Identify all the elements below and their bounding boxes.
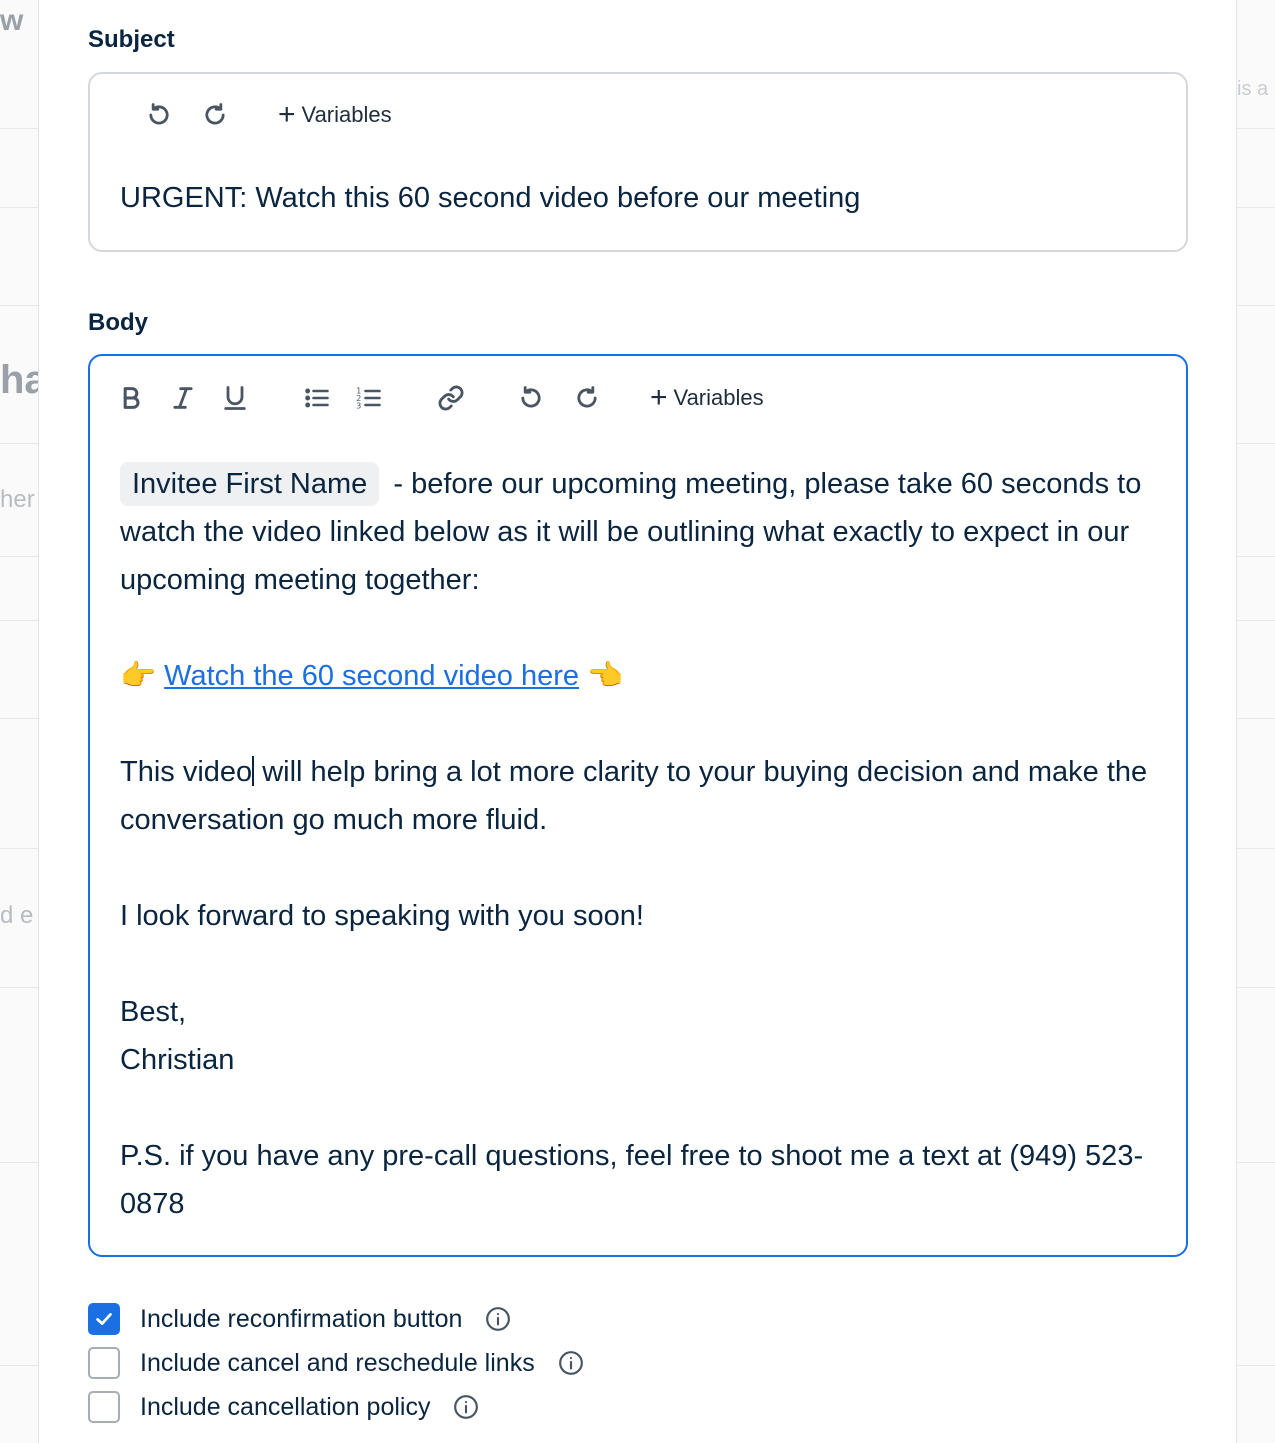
body-label: Body (88, 309, 148, 336)
body-toolbar: 123 + Variables (90, 356, 1186, 436)
underline-icon[interactable] (218, 381, 252, 415)
variable-chip[interactable]: Invitee First Name (120, 462, 380, 506)
bold-icon[interactable] (114, 381, 148, 415)
pointing-left-emoji: 👈 (587, 660, 624, 692)
info-icon[interactable] (557, 1349, 585, 1377)
option-label: Include cancellation policy (140, 1392, 431, 1421)
option-label: Include reconfirmation button (140, 1304, 463, 1333)
subject-editor[interactable]: + Variables URGENT: Watch this 60 second… (88, 72, 1188, 252)
plus-icon: + (650, 381, 668, 414)
bg-fragment: d e (0, 902, 34, 929)
body-postscript: P.S. if you have any pre-call questions,… (120, 1140, 1144, 1220)
redo-icon[interactable] (198, 98, 232, 132)
body-signature: Christian (120, 1044, 235, 1076)
undo-icon[interactable] (514, 381, 548, 415)
checkbox-checked[interactable] (88, 1303, 120, 1335)
body-paragraph: This video will help bring a lot more cl… (120, 756, 1148, 836)
pointing-right-emoji: 👉 (120, 660, 157, 692)
subject-toolbar: + Variables (90, 74, 1186, 154)
undo-icon[interactable] (142, 98, 176, 132)
variables-button[interactable]: + Variables (278, 98, 392, 132)
numbered-list-icon[interactable]: 123 (352, 381, 386, 415)
email-editor-panel: Subject + Variables URGENT: Watch this 6… (38, 0, 1237, 1443)
bg-fragment: w (0, 4, 24, 37)
variables-button[interactable]: + Variables (650, 381, 764, 415)
body-link-line: 👉 Watch the 60 second video here 👈 (120, 652, 1160, 700)
body-paragraph: I look forward to speaking with you soon… (120, 900, 644, 932)
bullet-list-icon[interactable] (300, 381, 334, 415)
body-paragraph: Invitee First Name - before our upcoming… (120, 460, 1160, 604)
option-cancel-reschedule[interactable]: Include cancel and reschedule links (88, 1346, 585, 1380)
variables-label: Variables (301, 102, 392, 127)
option-reconfirmation[interactable]: Include reconfirmation button (88, 1302, 512, 1336)
option-cancellation-policy[interactable]: Include cancellation policy (88, 1390, 480, 1424)
body-text-area[interactable]: Invitee First Name - before our upcoming… (120, 460, 1160, 1228)
bg-fragment: is a (1237, 78, 1269, 100)
checkmark-icon (96, 1313, 112, 1325)
italic-icon[interactable] (166, 381, 200, 415)
body-sign-off: Best, (120, 996, 187, 1028)
subject-label: Subject (88, 26, 175, 53)
plus-icon: + (278, 98, 296, 131)
info-icon[interactable] (484, 1305, 512, 1333)
variables-label: Variables (673, 385, 764, 410)
redo-icon[interactable] (570, 381, 604, 415)
background-page-left: w ha her d e (0, 0, 40, 1443)
svg-text:3: 3 (356, 401, 361, 411)
video-link[interactable]: Watch the 60 second video here (164, 660, 579, 692)
checkbox[interactable] (88, 1347, 120, 1379)
link-icon[interactable] (434, 381, 468, 415)
checkbox[interactable] (88, 1391, 120, 1423)
option-label: Include cancel and reschedule links (140, 1348, 535, 1377)
bg-fragment: her (0, 486, 35, 513)
info-icon[interactable] (452, 1393, 480, 1421)
bg-fragment: ha (0, 358, 40, 402)
background-page-right: is a (1235, 0, 1275, 1443)
subject-input[interactable]: URGENT: Watch this 60 second video befor… (120, 182, 860, 215)
body-editor[interactable]: 123 + Variables Invitee First Name - bef… (88, 354, 1188, 1257)
